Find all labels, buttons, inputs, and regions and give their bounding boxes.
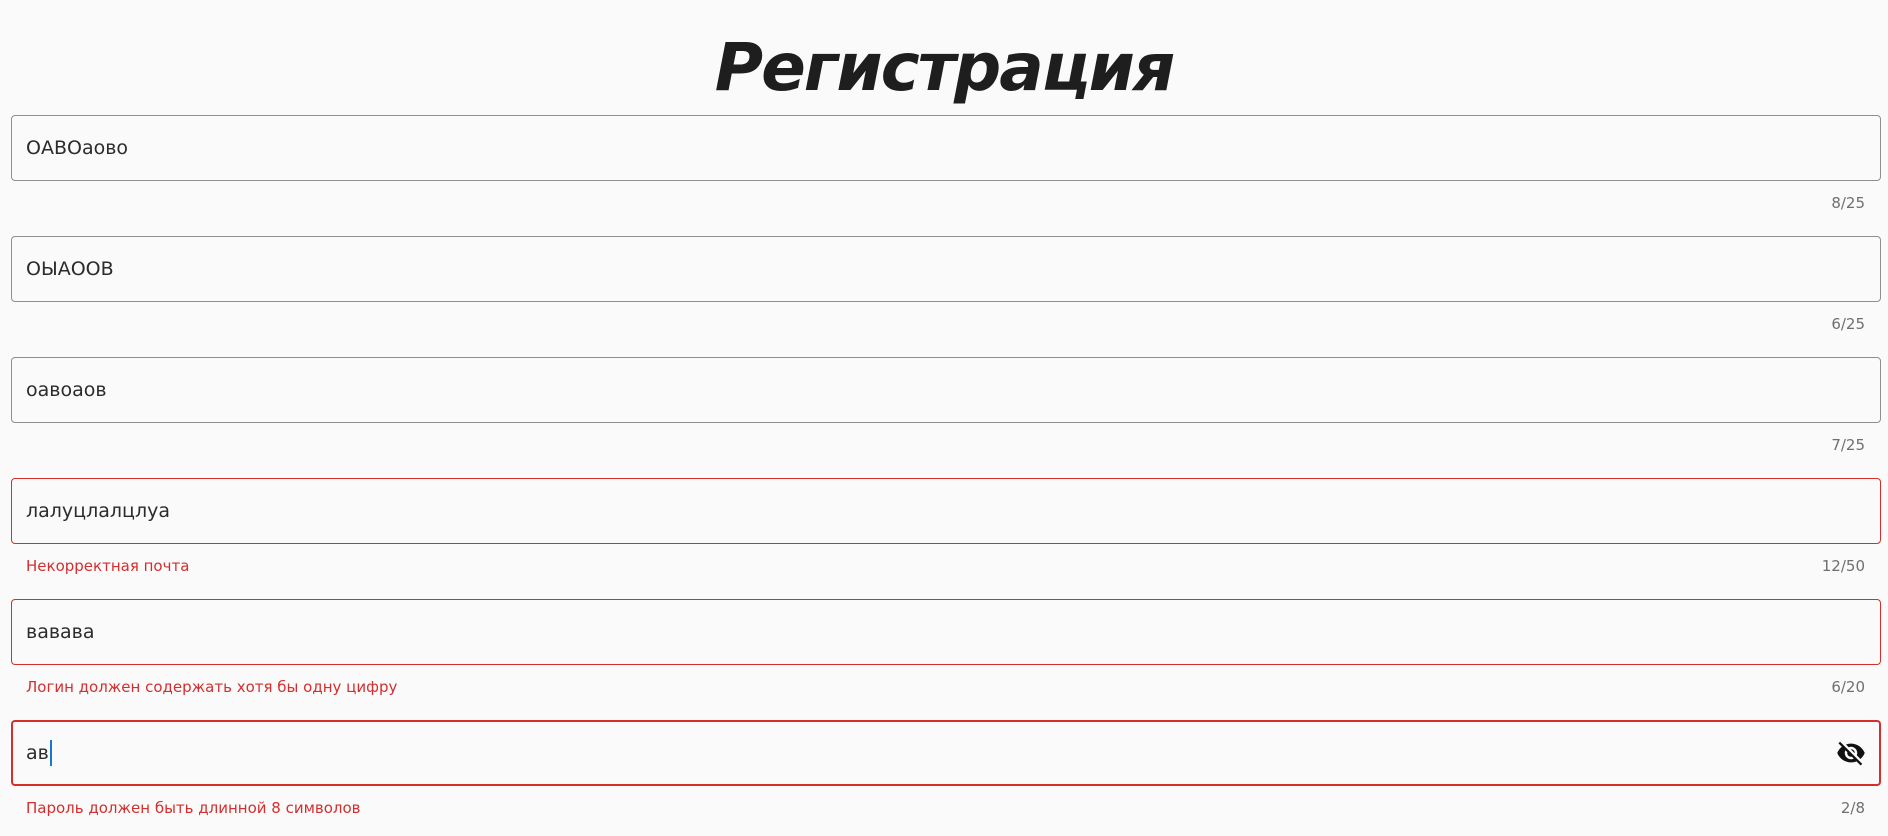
last-name-input[interactable]: ОЫАООВ (11, 236, 1881, 302)
email-char-counter: 12/50 (1821, 557, 1865, 575)
middle-name-field-group: оавоаов 7/25 (11, 357, 1881, 467)
login-field-group: вавава Логин должен содержать хотя бы од… (11, 599, 1881, 709)
middle-name-char-counter: 7/25 (1831, 436, 1865, 454)
first-name-field-group: ОАВОаово 8/25 (11, 115, 1881, 225)
last-name-char-counter: 6/25 (1831, 315, 1865, 333)
password-error-text: Пароль должен быть длинной 8 символов (26, 799, 361, 817)
visibility-off-icon (1837, 741, 1865, 766)
email-helper-row: Некорректная почта 12/50 (11, 544, 1881, 588)
text-caret (49, 740, 52, 766)
first-name-input[interactable]: ОАВОаово (11, 115, 1881, 181)
first-name-helper-row: 8/25 (11, 181, 1881, 225)
password-input[interactable]: ав (11, 720, 1881, 786)
login-value: вавава (26, 621, 95, 643)
email-value: лалуцлалцлуа (26, 500, 171, 522)
password-value: ав (26, 742, 49, 764)
first-name-char-counter: 8/25 (1831, 194, 1865, 212)
login-error-text: Логин должен содержать хотя бы одну цифр… (26, 678, 398, 696)
page-title: Регистрация (714, 29, 1176, 106)
middle-name-helper-row: 7/25 (11, 423, 1881, 467)
email-input[interactable]: лалуцлалцлуа (11, 478, 1881, 544)
password-visibility-toggle[interactable] (1831, 733, 1871, 773)
password-field-group: ав Пароль должен быть длинной 8 символов… (11, 720, 1881, 830)
login-input[interactable]: вавава (11, 599, 1881, 665)
password-char-counter: 2/8 (1840, 799, 1865, 817)
last-name-field-group: ОЫАООВ 6/25 (11, 236, 1881, 346)
last-name-helper-row: 6/25 (11, 302, 1881, 346)
email-field-group: лалуцлалцлуа Некорректная почта 12/50 (11, 478, 1881, 588)
first-name-value: ОАВОаово (26, 137, 129, 159)
login-helper-row: Логин должен содержать хотя бы одну цифр… (11, 665, 1881, 709)
login-char-counter: 6/20 (1831, 678, 1865, 696)
last-name-value: ОЫАООВ (26, 258, 114, 280)
middle-name-input[interactable]: оавоаов (11, 357, 1881, 423)
middle-name-value: оавоаов (26, 379, 107, 401)
email-error-text: Некорректная почта (26, 557, 190, 575)
password-helper-row: Пароль должен быть длинной 8 символов 2/… (11, 786, 1881, 830)
